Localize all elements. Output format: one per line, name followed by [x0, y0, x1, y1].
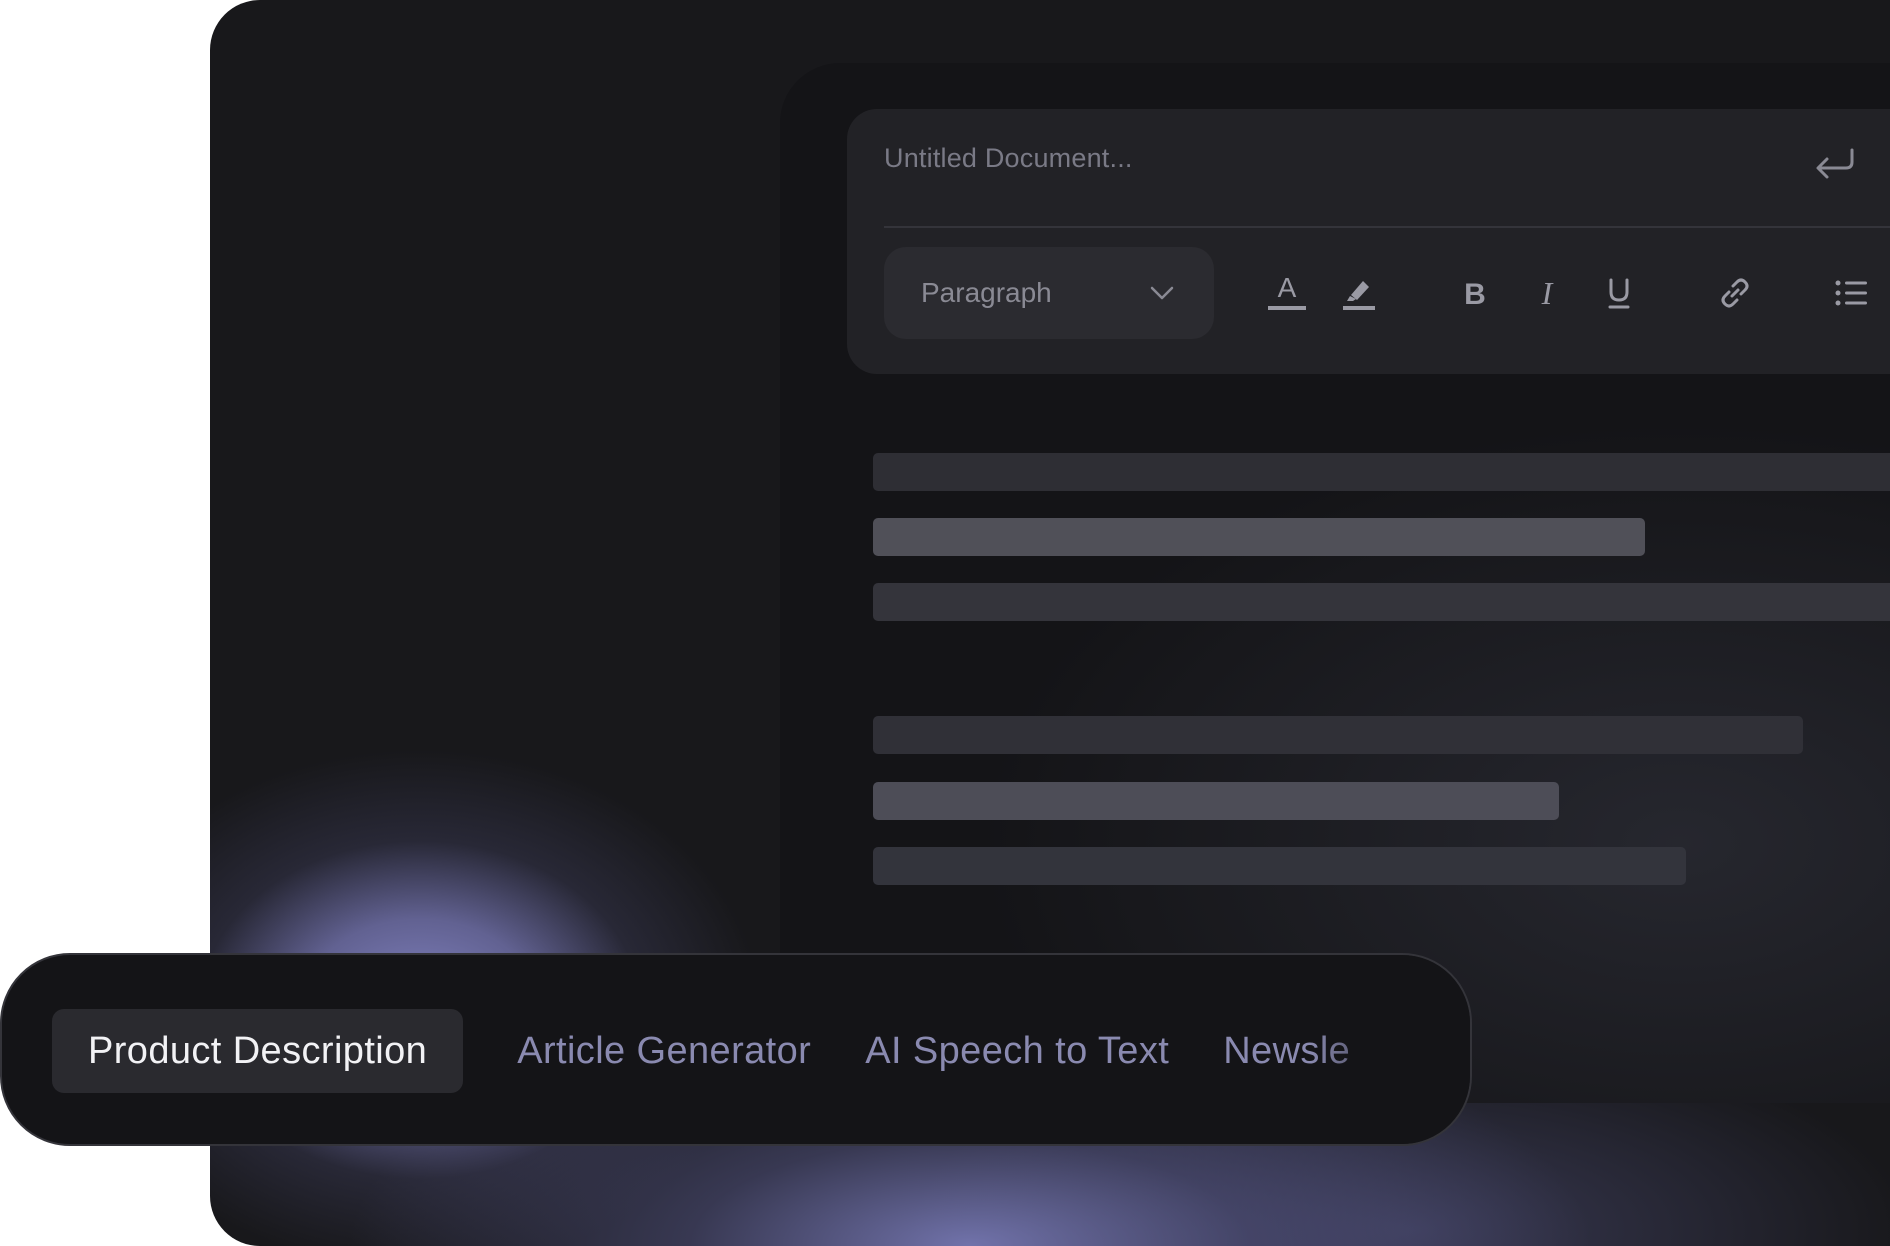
- svg-text:A: A: [1278, 273, 1297, 303]
- skeleton-line: [873, 716, 1803, 754]
- bullet-list-icon[interactable]: [1822, 264, 1880, 322]
- skeleton-line: [873, 847, 1686, 885]
- document-title[interactable]: Untitled Document...: [884, 143, 1133, 174]
- editor-panel: Untitled Document... Paragraph A B I: [780, 63, 1890, 1103]
- document-actions: [1802, 137, 1890, 191]
- text-color-icon[interactable]: A: [1258, 264, 1316, 322]
- undo-icon[interactable]: [1802, 137, 1868, 191]
- skeleton-line: [873, 583, 1890, 621]
- toolbar-divider: [884, 226, 1890, 228]
- tab-ai-speech-to-text[interactable]: AI Speech to Text: [843, 1009, 1191, 1093]
- block-format-label: Paragraph: [921, 277, 1052, 308]
- skeleton-line: [873, 453, 1890, 491]
- block-format-select[interactable]: Paragraph: [884, 247, 1214, 339]
- tab-newsletter[interactable]: Newsle: [1201, 1009, 1372, 1093]
- svg-text:I: I: [1541, 276, 1554, 310]
- bold-icon[interactable]: B: [1446, 264, 1504, 322]
- tab-product-description[interactable]: Product Description: [52, 1009, 464, 1093]
- underline-icon[interactable]: [1590, 264, 1648, 322]
- svg-text:B: B: [1464, 278, 1486, 310]
- tab-article-generator[interactable]: Article Generator: [495, 1009, 833, 1093]
- skeleton-line: [873, 518, 1645, 556]
- format-toolbar: Paragraph A B I: [884, 247, 1890, 339]
- chevron-down-icon: [1150, 286, 1174, 300]
- link-icon[interactable]: [1706, 264, 1764, 322]
- highlight-icon[interactable]: [1330, 264, 1388, 322]
- template-tabs-bar: Product Description Article Generator AI…: [0, 953, 1472, 1146]
- skeleton-line: [873, 782, 1559, 820]
- italic-icon[interactable]: I: [1518, 264, 1576, 322]
- stage: Untitled Document... Paragraph A B I Pro…: [0, 0, 1890, 1246]
- editor-toolbar: Untitled Document... Paragraph A B I: [847, 109, 1890, 374]
- template-tabs: Product Description Article Generator AI…: [52, 1009, 1382, 1093]
